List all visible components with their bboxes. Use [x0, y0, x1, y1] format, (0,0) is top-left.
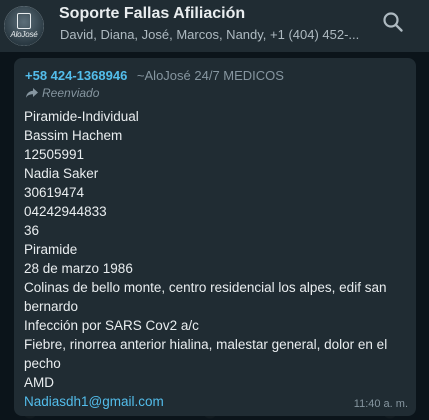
- message-line: 12505991: [24, 147, 85, 162]
- email-link[interactable]: Nadiasdh1@gmail.com: [24, 392, 409, 411]
- forwarded-indicator: Reenviado: [25, 86, 99, 100]
- sender-phone[interactable]: +58 424-1368946: [25, 68, 127, 83]
- phone-logo-icon: [17, 13, 31, 29]
- chat-participants[interactable]: David, Diana, José, Marcos, Nandy, +1 (4…: [60, 27, 359, 42]
- chat-title[interactable]: Soporte Fallas Afiliación: [59, 5, 245, 23]
- message-timestamp: 11:40 a. m.: [353, 398, 408, 410]
- sender-name: ~AloJosé 24/7 MEDICOS: [136, 68, 284, 83]
- message-line: Fiebre, rinorrea anterior hialina, males…: [24, 337, 388, 371]
- message-body: Piramide-Individual Bassim Hachem 125059…: [24, 107, 409, 411]
- message-line: 36: [24, 223, 40, 238]
- message-bubble[interactable]: +58 424-1368946 ~AloJosé 24/7 MEDICOS Re…: [14, 58, 416, 416]
- message-line: Piramide: [24, 242, 78, 257]
- chat-area[interactable]: +58 424-1368946 ~AloJosé 24/7 MEDICOS Re…: [0, 52, 429, 420]
- forward-icon: [26, 88, 38, 98]
- message-sender: +58 424-1368946 ~AloJosé 24/7 MEDICOS: [25, 68, 284, 83]
- message-line: 28 de marzo 1986: [24, 261, 133, 276]
- forwarded-label: Reenviado: [42, 86, 100, 100]
- search-button[interactable]: [381, 10, 405, 34]
- avatar-image: AloJosé: [4, 6, 44, 46]
- chat-header[interactable]: AloJosé Soporte Fallas Afiliación David,…: [0, 0, 429, 52]
- message-line: 30619474: [24, 185, 85, 200]
- message-line: AMD: [24, 375, 54, 390]
- message-line: Bassim Hachem: [24, 128, 123, 143]
- message-line: Infección por SARS Cov2 a/c: [24, 318, 199, 333]
- message-line: Nadia Saker: [24, 166, 99, 181]
- group-avatar[interactable]: AloJosé: [4, 6, 44, 46]
- search-icon: [383, 12, 403, 32]
- avatar-logo-text: AloJosé: [10, 30, 38, 39]
- message-line: Piramide-Individual: [24, 109, 139, 124]
- message-line: 04242944833: [24, 204, 107, 219]
- message-line: Colinas de bello monte, centro residenci…: [24, 280, 387, 314]
